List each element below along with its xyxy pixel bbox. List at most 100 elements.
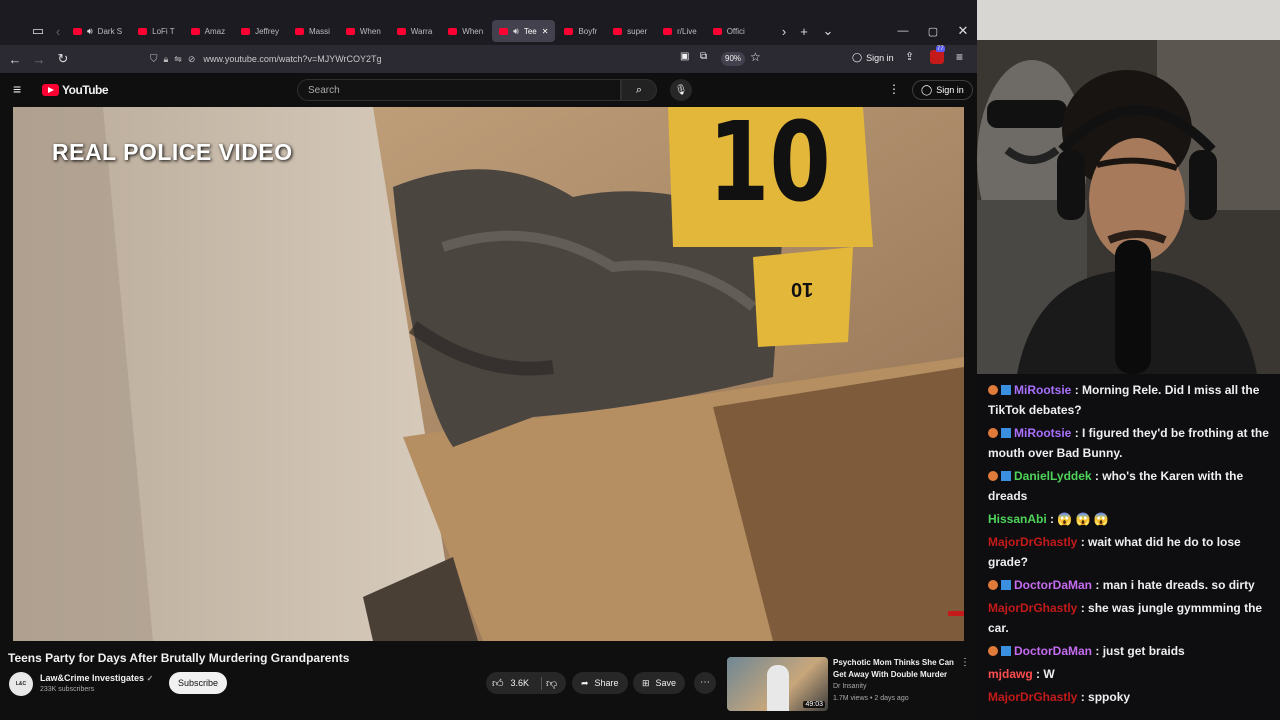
share-label: Share [594,678,619,688]
channel-name-wrap[interactable]: Law&Crime Investigates ✓ [40,673,153,683]
tab-list-icon[interactable]: ⌄ [816,19,840,43]
search-button[interactable]: ⌕ [621,79,657,101]
audio-playing-icon[interactable]: 🔊︎ [87,26,93,37]
chat-text: : 😱 😱 😱 [1050,512,1109,526]
browser-tab[interactable]: LoFi T [131,20,182,42]
recommended-title-line1: Psychotic Mom Thinks She Can [833,658,954,667]
more-options-icon[interactable]: ⋮ [888,82,900,96]
share-button[interactable]: ➦ Share [572,672,628,694]
browser-tab[interactable]: 🔊︎ Dark S [66,20,129,42]
chat-username[interactable]: HissanAbi [988,512,1047,526]
browser-sign-in-label: Sign in [866,52,894,63]
youtube-sign-in-button[interactable]: ◯ Sign in [912,80,973,100]
more-actions-icon[interactable]: ⋯ [694,672,716,694]
youtube-header: ≡ YouTube Search ⌕ 🎙︎ ⋮ ◯ Sign in [0,73,977,107]
chat-username[interactable]: MajorDrGhastly [988,535,1077,549]
chat-message: DoctorDaMan : just get braids [988,641,1272,661]
recommended-channel[interactable]: Dr Insanity [833,683,866,690]
maximize-icon[interactable]: ▢ [921,19,945,43]
zoom-badge[interactable]: 90% [721,52,746,66]
browser-tab[interactable]: Amaz [184,20,232,42]
channel-avatar[interactable]: L&C [9,672,33,696]
menu-icon[interactable]: ≡ [956,50,963,64]
sign-in-label: Sign in [936,85,964,95]
mic-button[interactable]: 🎙︎ [670,79,692,101]
chat-username[interactable]: DoctorDaMan [1014,644,1092,658]
tab-label: Tee [523,26,537,36]
shield-icon[interactable]: ⛉ [150,54,158,65]
like-count[interactable]: 3.6K [511,678,530,688]
user-badge-icon [988,385,998,395]
browser-tab[interactable]: Offici [706,20,752,42]
close-window-icon[interactable]: ✕ [951,19,975,43]
browser-tab[interactable]: When [339,20,388,42]
chat-message: MiRootsie : Morning Rele. Did I miss all… [988,380,1272,420]
youtube-favicon-icon [663,27,673,35]
subscribe-button[interactable]: Subscribe [169,672,228,694]
dislike-icon[interactable]: 👎︎ [541,676,557,690]
sub-badge-icon [1001,385,1011,395]
browser-tab[interactable]: r/Live [656,20,704,42]
like-icon[interactable]: 👍︎ [492,677,504,690]
back-icon[interactable]: ← [3,47,27,71]
tab-label: When [462,26,484,36]
chat-username[interactable]: MajorDrGhastly [988,601,1077,615]
browser-tab[interactable]: When [441,20,490,42]
chat-username[interactable]: MiRootsie [1014,426,1071,440]
recommended-thumbnail[interactable]: 49:03 [727,657,828,711]
chat-username[interactable]: MajorDrGhastly [988,690,1077,704]
tab-scroll-right-icon[interactable]: › [776,19,792,43]
save-button[interactable]: ⊞ Save [633,672,686,694]
recommended-title[interactable]: Psychotic Mom Thinks She Can Get Away Wi… [833,657,958,681]
user-badge-icon [988,471,998,481]
reader-icon[interactable]: ▣ [680,51,689,62]
sub-badge-icon [1001,471,1011,481]
youtube-favicon-icon [294,27,304,35]
reload-icon[interactable]: ↻ [51,47,75,71]
browser-tab[interactable]: Boyfr [557,20,604,42]
addon-icon[interactable]: 77 [930,46,945,64]
channel-name[interactable]: Law&Crime Investigates [40,673,144,683]
tab-label: Boyfr [578,26,598,36]
search-input[interactable]: Search [297,79,621,101]
video-player[interactable]: REAL POLICE VIDEO 10 10 [13,107,964,641]
tab-label: LoFi T [152,26,175,36]
tab-label: Massi [308,26,330,36]
tab-strip: 🔊︎ Dark S LoFi T Amaz Jeffrey Massi When Warra W… [66,20,776,42]
browser-tab[interactable]: super [606,20,654,42]
hamburger-icon[interactable]: ≡ [13,81,21,97]
url-text[interactable]: www.youtube.com/watch?v=MJYWrCOY2Tg [203,54,381,64]
audio-playing-icon[interactable]: 🔊︎ [513,26,519,37]
permissions-icon[interactable]: ⇋ [174,54,182,65]
chat-username[interactable]: mjdawg [988,667,1033,681]
chat-username[interactable]: MiRootsie [1014,383,1071,397]
address-bar[interactable]: ⛉ 🔒︎ ⇋ ⊘ www.youtube.com/watch?v=MJYWrCO… [150,48,770,70]
forward-icon[interactable]: → [27,47,51,71]
browser-tab[interactable]: Warra [390,20,439,42]
extensions-icon[interactable]: ⇪ [905,50,914,63]
tab-scroll-left-icon[interactable]: ‹ [50,19,66,43]
tab-overview-icon[interactable]: ▭ [26,19,50,43]
new-tab-icon[interactable]: + [792,19,816,43]
close-tab-icon[interactable]: ✕ [542,27,549,36]
recommended-more-icon[interactable]: ⋮ [960,657,970,668]
chat-username[interactable]: DoctorDaMan [1014,578,1092,592]
browser-sign-in[interactable]: ◯ Sign in [852,52,894,63]
screenshot-icon[interactable]: ⧉ [700,51,707,62]
evidence-marker-number: 10 [708,107,831,226]
browser-tab[interactable]: Massi [288,20,337,42]
tab-bar: ▭ ‹ 🔊︎ Dark S LoFi T Amaz Jeffrey Massi When Wa… [0,17,977,45]
browser-tab[interactable]: 🔊︎ Tee ✕ [492,20,556,42]
bookmark-star-icon[interactable]: ☆ [750,50,761,64]
browser-tab[interactable]: Jeffrey [234,20,286,42]
tab-label: Jeffrey [255,26,279,36]
tab-label: Dark S [97,26,123,36]
chat-username[interactable]: DanielLyddek [1014,469,1092,483]
tracking-icon[interactable]: ⊘ [188,54,196,65]
youtube-logo[interactable]: YouTube [42,83,109,97]
lock-icon[interactable]: 🔒︎ [164,54,169,65]
minimize-icon[interactable]: — [891,19,915,43]
video-title: Teens Party for Days After Brutally Murd… [8,651,350,665]
like-dislike-group: 👍︎ 3.6K 👎︎ [486,672,566,694]
webcam-feed [977,0,1280,374]
